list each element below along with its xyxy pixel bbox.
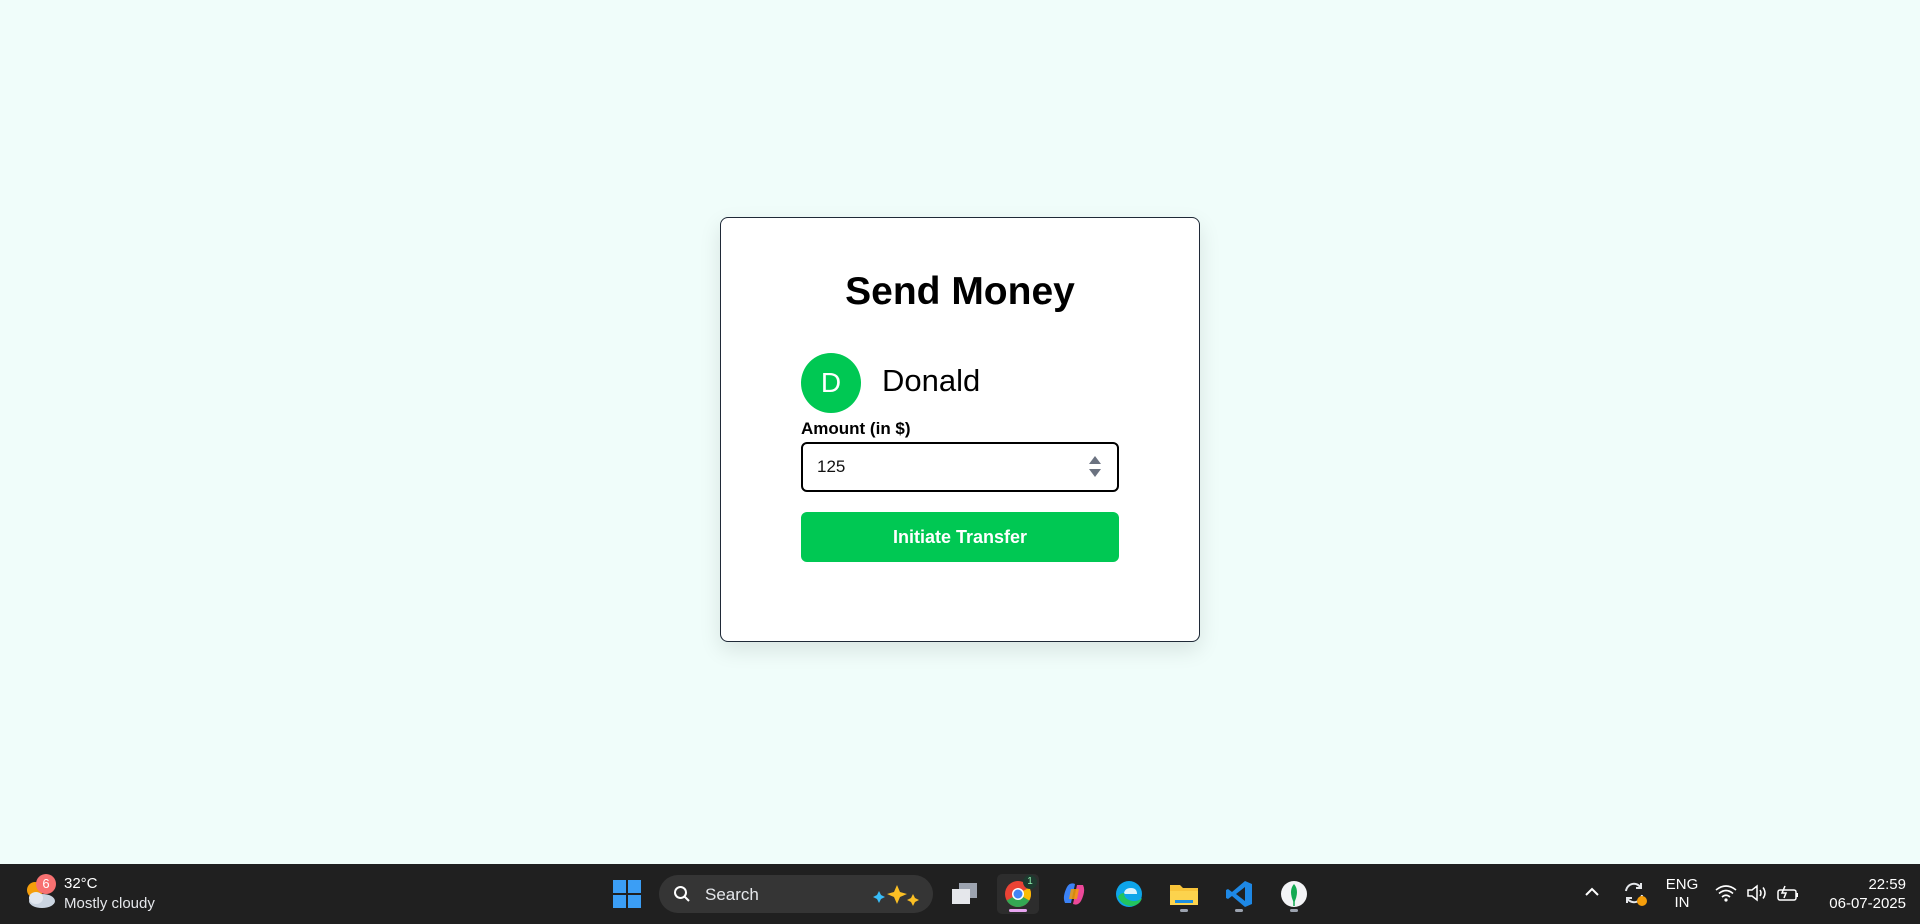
chrome-profile-badge: 1: [1023, 875, 1037, 889]
page-title: Send Money: [845, 270, 1075, 313]
sync-icon[interactable]: [1620, 879, 1648, 907]
amount-label: Amount (in $): [801, 419, 911, 438]
send-money-card: Send Money D Donald Amount (in $) Initia…: [720, 217, 1200, 642]
volume-icon[interactable]: [1746, 884, 1768, 902]
search-label: Search: [705, 885, 759, 904]
search-icon: [674, 886, 690, 902]
clock-date: 06-07-2025: [1829, 895, 1906, 912]
vscode-icon: [1226, 881, 1252, 907]
system-clock[interactable]: 22:59 06-07-2025: [1806, 875, 1906, 913]
running-indicator: [1180, 909, 1188, 912]
running-indicator: [1235, 909, 1243, 912]
weather-badge: 6: [36, 874, 56, 894]
amount-field[interactable]: [801, 442, 1119, 492]
number-spinner[interactable]: [1089, 456, 1101, 480]
spin-up-icon[interactable]: [1089, 456, 1101, 464]
vscode-button[interactable]: [1218, 874, 1260, 914]
taskbar-search[interactable]: Search: [659, 875, 933, 913]
copilot-icon: [1063, 883, 1085, 905]
recipient-initial: D: [820, 367, 842, 398]
input-language-indicator[interactable]: ENG IN: [1662, 876, 1702, 912]
mongodb-compass-button[interactable]: [1273, 874, 1315, 914]
recipient-avatar: D: [801, 353, 861, 413]
show-hidden-icons-chevron-icon[interactable]: [1582, 882, 1602, 902]
running-indicator: [1290, 909, 1298, 912]
clock-time: 22:59: [1868, 876, 1906, 893]
copilot-button[interactable]: [1053, 874, 1095, 914]
taskbar: 6 32°C Mostly cloudy Search 1 ENG IN 22:…: [0, 864, 1920, 924]
task-view-icon: [952, 883, 977, 904]
spin-down-icon[interactable]: [1089, 469, 1101, 477]
file-explorer-icon: [1170, 885, 1198, 905]
task-view-button[interactable]: [943, 874, 985, 914]
wifi-icon[interactable]: [1715, 884, 1737, 902]
mongodb-compass-icon: [1281, 881, 1307, 907]
language-region: IN: [1674, 894, 1690, 911]
start-button[interactable]: [606, 874, 648, 914]
edge-icon: [1116, 881, 1142, 907]
running-indicator: [1009, 909, 1027, 912]
battery-charging-icon[interactable]: [1776, 884, 1800, 902]
windows-logo-icon: [613, 880, 641, 908]
initiate-transfer-button[interactable]: Initiate Transfer: [801, 512, 1119, 562]
chrome-button[interactable]: 1: [997, 874, 1039, 914]
recipient-name: Donald: [882, 363, 981, 398]
edge-button[interactable]: [1108, 874, 1150, 914]
weather-condition: Mostly cloudy: [64, 895, 155, 912]
file-explorer-button[interactable]: [1163, 874, 1205, 914]
weather-widget[interactable]: 6 32°C Mostly cloudy: [22, 872, 172, 916]
amount-input[interactable]: [817, 444, 1077, 490]
weather-temperature: 32°C: [64, 875, 98, 892]
copilot-sparkle-icon: [873, 885, 919, 906]
language-code: ENG: [1665, 876, 1699, 893]
